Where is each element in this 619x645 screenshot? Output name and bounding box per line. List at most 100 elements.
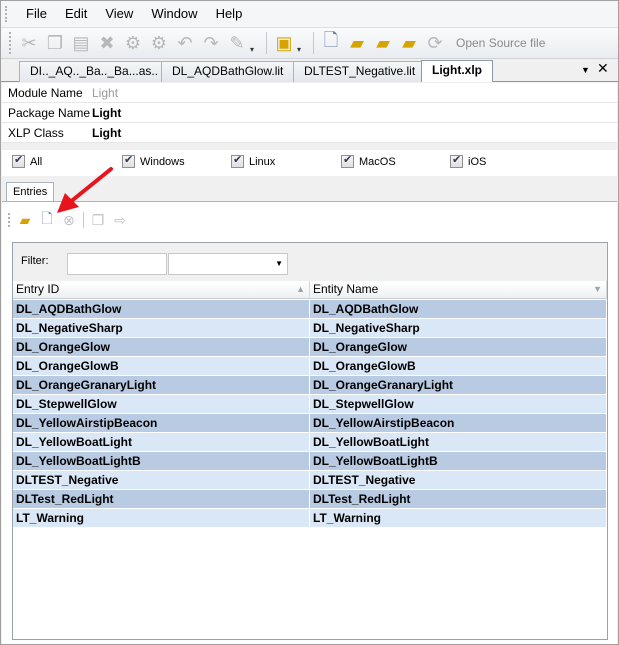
- entity-name-cell[interactable]: DLTest_RedLight: [310, 490, 607, 509]
- table-row[interactable]: DL_OrangeGlow DL_OrangeGlow: [13, 338, 607, 357]
- column-header-entry-id[interactable]: Entry ID ▲: [13, 281, 310, 299]
- toolbar-separator: [313, 32, 314, 54]
- menu-view[interactable]: View: [96, 1, 142, 27]
- menu-grip[interactable]: [5, 6, 8, 22]
- property-row-module-name: Module Name Light: [2, 83, 617, 103]
- open-folder-icon[interactable]: ▰: [344, 30, 370, 56]
- entity-name-cell[interactable]: DL_YellowAirstipBeacon: [310, 414, 607, 433]
- annotation-arrow-icon: [57, 167, 113, 213]
- module-icon[interactable]: ▣: [271, 30, 297, 56]
- table-row[interactable]: DL_OrangeGranaryLight DL_OrangeGranaryLig…: [13, 376, 607, 395]
- entity-name-cell[interactable]: DL_OrangeGlow: [310, 338, 607, 357]
- undo-icon[interactable]: ↶: [172, 30, 198, 56]
- entry-id-cell[interactable]: DL_OrangeGranaryLight: [13, 376, 310, 395]
- entry-id-cell[interactable]: DL_AQDBathGlow: [13, 300, 310, 319]
- filter-label: Filter:: [21, 255, 49, 267]
- platform-all-checkbox[interactable]: All: [12, 153, 42, 168]
- entity-name-cell[interactable]: DL_YellowBoatLight: [310, 433, 607, 452]
- settings-alt-icon[interactable]: ⚙: [146, 30, 172, 56]
- entity-name-cell[interactable]: LT_Warning: [310, 509, 607, 528]
- platform-ios-checkbox[interactable]: iOS: [450, 153, 486, 168]
- toolbar-overflow-chevron-icon[interactable]: ▾: [297, 30, 305, 56]
- xlp-class-value[interactable]: Light: [92, 126, 617, 140]
- property-row-package-name: Package Name Light: [2, 103, 617, 123]
- entry-id-cell[interactable]: DL_OrangeGlow: [13, 338, 310, 357]
- table-row[interactable]: DL_NegativeSharp DL_NegativeSharp: [13, 319, 607, 338]
- checkbox-checked-icon[interactable]: [12, 153, 25, 168]
- main-toolbar: ✂ ❐ ▤ ✖ ⚙ ⚙ ↶ ↷ ✎ ▾ ▣ ▾ 🗋 ▰ ▰ ▰ ⟳ Open S…: [1, 27, 618, 59]
- settings-icon[interactable]: ⚙: [120, 30, 146, 56]
- table-row[interactable]: DL_YellowBoatLight DL_YellowBoatLight: [13, 433, 607, 452]
- checkbox-checked-icon[interactable]: [450, 153, 463, 168]
- table-row[interactable]: DL_AQDBathGlow DL_AQDBathGlow: [13, 300, 607, 319]
- table-row[interactable]: DLTest_RedLight DLTest_RedLight: [13, 490, 607, 509]
- checkbox-label: Linux: [249, 155, 276, 168]
- delete-icon[interactable]: ✖: [94, 30, 120, 56]
- entry-id-cell[interactable]: DL_StepwellGlow: [13, 395, 310, 414]
- open-folder-icon[interactable]: ▰: [14, 210, 36, 230]
- entry-id-cell[interactable]: DLTEST_Negative: [13, 471, 310, 490]
- entity-name-cell[interactable]: DL_AQDBathGlow: [310, 300, 607, 319]
- table-row[interactable]: LT_Warning LT_Warning: [13, 509, 607, 528]
- checkbox-checked-icon[interactable]: [122, 153, 135, 168]
- tab-dl-aqdbathglow[interactable]: DL_AQDBathGlow.lit: [161, 61, 295, 82]
- column-header-entity-name[interactable]: Entity Name ▼: [310, 281, 607, 299]
- tools-icon[interactable]: ✎: [224, 30, 250, 56]
- entity-name-cell[interactable]: DL_YellowBoatLightB: [310, 452, 607, 471]
- table-row[interactable]: DLTEST_Negative DLTEST_Negative: [13, 471, 607, 490]
- menu-bar: File Edit View Window Help: [1, 1, 618, 27]
- tab-dltest-negative[interactable]: DLTEST_Negative.lit: [293, 61, 427, 82]
- package-name-value[interactable]: Light: [92, 106, 617, 120]
- property-label: Module Name: [8, 85, 83, 100]
- entry-id-cell[interactable]: DL_YellowAirstipBeacon: [13, 414, 310, 433]
- entry-id-cell[interactable]: LT_Warning: [13, 509, 310, 528]
- checkbox-checked-icon[interactable]: [231, 153, 244, 168]
- platform-linux-checkbox[interactable]: Linux: [231, 153, 276, 168]
- entity-name-cell[interactable]: DL_NegativeSharp: [310, 319, 607, 338]
- table-row[interactable]: DL_YellowAirstipBeacon DL_YellowAirstipBe…: [13, 414, 607, 433]
- entry-id-cell[interactable]: DL_YellowBoatLightB: [13, 452, 310, 471]
- tab-light-xlp[interactable]: Light.xlp: [421, 60, 493, 82]
- folder-edit-icon[interactable]: ▰: [396, 30, 422, 56]
- menu-help[interactable]: Help: [207, 1, 252, 27]
- folder-open-icon[interactable]: ▰: [370, 30, 396, 56]
- filter-input[interactable]: [67, 253, 167, 275]
- table-row[interactable]: DL_OrangeGlowB DL_OrangeGlowB: [13, 357, 607, 376]
- toolbar-grip[interactable]: [9, 32, 12, 54]
- copy-icon[interactable]: ❐: [42, 30, 68, 56]
- application-window: File Edit View Window Help ✂ ❐ ▤ ✖ ⚙ ⚙ ↶…: [0, 0, 619, 645]
- new-document-icon[interactable]: 🗋: [318, 30, 344, 56]
- open-source-file-button[interactable]: Open Source file: [456, 36, 545, 50]
- entity-name-cell[interactable]: DL_OrangeGranaryLight: [310, 376, 607, 395]
- checkbox-checked-icon[interactable]: [341, 153, 354, 168]
- table-row[interactable]: DL_StepwellGlow DL_StepwellGlow: [13, 395, 607, 414]
- filter-dropdown[interactable]: [168, 253, 288, 275]
- refresh-icon[interactable]: ⟳: [422, 30, 448, 56]
- entries-panel: ▰ 🗋 ⊗ ❐ ⇨ Filter: Entry ID ▲ Entity Name…: [2, 201, 617, 644]
- entry-id-cell[interactable]: DL_OrangeGlowB: [13, 357, 310, 376]
- tab-di-aq-ba-ba[interactable]: DI.._AQ.._Ba.._Ba...as..: [19, 61, 170, 82]
- table-row[interactable]: DL_YellowBoatLightB DL_YellowBoatLightB: [13, 452, 607, 471]
- package-properties: Module Name Light Package Name Light XLP…: [2, 83, 617, 143]
- menu-window[interactable]: Window: [142, 1, 206, 27]
- entity-name-cell[interactable]: DL_StepwellGlow: [310, 395, 607, 414]
- platform-windows-checkbox[interactable]: Windows: [122, 153, 185, 168]
- entity-name-cell[interactable]: DLTEST_Negative: [310, 471, 607, 490]
- column-filter-chevron-icon[interactable]: ▼: [593, 281, 602, 298]
- entries-grid: Filter: Entry ID ▲ Entity Name ▼ DL_AQDB…: [12, 242, 608, 640]
- tab-entries[interactable]: Entries: [6, 182, 55, 202]
- entry-id-cell[interactable]: DLTest_RedLight: [13, 490, 310, 509]
- menu-edit[interactable]: Edit: [56, 1, 96, 27]
- cut-icon[interactable]: ✂: [16, 30, 42, 56]
- sort-ascending-icon: ▲: [296, 284, 305, 294]
- close-tab-icon[interactable]: ✕: [597, 60, 609, 77]
- entry-id-cell[interactable]: DL_YellowBoatLight: [13, 433, 310, 452]
- entry-id-cell[interactable]: DL_NegativeSharp: [13, 319, 310, 338]
- toolbar-overflow-chevron-icon[interactable]: ▾: [250, 30, 258, 56]
- entity-name-cell[interactable]: DL_OrangeGlowB: [310, 357, 607, 376]
- redo-icon[interactable]: ↷: [198, 30, 224, 56]
- menu-file[interactable]: File: [17, 1, 56, 27]
- paste-icon[interactable]: ▤: [68, 30, 94, 56]
- tab-list-dropdown-icon[interactable]: ▼: [581, 65, 590, 75]
- platform-macos-checkbox[interactable]: MacOS: [341, 153, 396, 168]
